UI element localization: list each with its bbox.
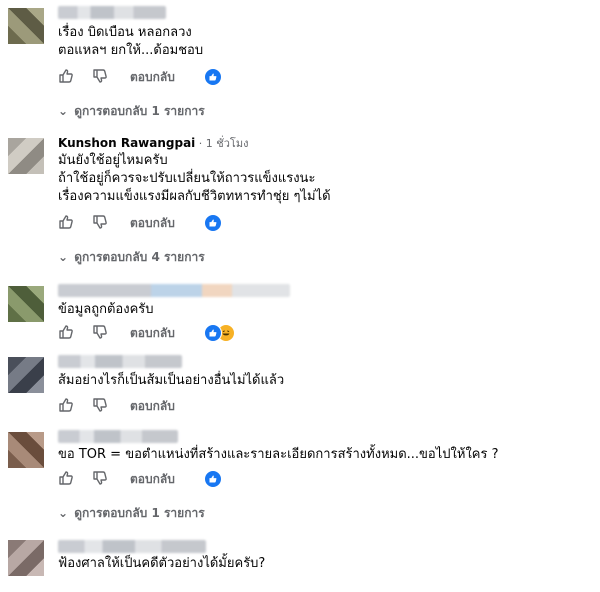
thumbs-down-icon[interactable] bbox=[92, 397, 108, 413]
view-replies-button[interactable]: ⌄ ดูการตอบกลับ 4 รายการ bbox=[58, 248, 205, 267]
reply-button[interactable]: ตอบกลับ bbox=[130, 324, 175, 343]
thumbs-down-icon[interactable] bbox=[92, 214, 108, 230]
author-name-blurred[interactable] bbox=[58, 355, 182, 368]
view-replies-button[interactable]: ⌄ ดูการตอบกลับ 1 รายการ bbox=[58, 504, 205, 523]
chevron-down-icon: ⌄ bbox=[58, 104, 69, 118]
comment-actions: ตอบกลับ bbox=[58, 68, 458, 86]
thumbs-up-icon[interactable] bbox=[58, 324, 74, 340]
view-replies-label: ดูการตอบกลับ 1 รายการ bbox=[74, 506, 205, 520]
comment-actions: ตอบกลับ bbox=[58, 397, 458, 415]
author-name-blurred[interactable] bbox=[58, 6, 166, 19]
thumbs-down-icon[interactable] bbox=[92, 68, 108, 84]
comment-text: ส้มอย่างไรก็เป็นส้มเป็นอย่างอื่นไม่ได้แล… bbox=[58, 372, 284, 390]
comment-text: ฟ้องศาลให้เป็นคดีตัวอย่างได้มั้ยครับ? bbox=[58, 555, 265, 573]
like-reaction-icon bbox=[204, 324, 222, 342]
comment-line: ขอ TOR = ขอตำแหน่งที่สร้างและรายละเอียดก… bbox=[58, 447, 499, 462]
comment-time: · 1 ชั่วโมง bbox=[195, 137, 249, 150]
avatar[interactable] bbox=[8, 8, 44, 44]
reply-button[interactable]: ตอบกลับ bbox=[130, 397, 175, 416]
comment-text: ขอ TOR = ขอตำแหน่งที่สร้างและรายละเอียดก… bbox=[58, 446, 499, 464]
like-reaction-icon bbox=[204, 68, 222, 86]
comment-line: ข้อมูลถูกต้องครับ bbox=[58, 302, 154, 317]
comment-line: เรื่องความแข็งแรงมีผลกับชีวิตทหารทำชุ่ย … bbox=[58, 189, 331, 204]
avatar[interactable] bbox=[8, 432, 44, 468]
author-name-blurred[interactable] bbox=[58, 540, 206, 553]
view-replies-label: ดูการตอบกลับ 4 รายการ bbox=[74, 250, 205, 264]
comment-line: ฟ้องศาลให้เป็นคดีตัวอย่างได้มั้ยครับ? bbox=[58, 556, 266, 571]
comment-actions: ตอบกลับ bbox=[58, 324, 458, 342]
comment-actions: ตอบกลับ bbox=[58, 214, 458, 232]
reply-button[interactable]: ตอบกลับ bbox=[130, 214, 175, 233]
like-reaction-icon bbox=[204, 214, 222, 232]
thumbs-up-icon[interactable] bbox=[58, 397, 74, 413]
comment-text: เรื่อง บิดเบือน หลอกลวง ตอแหลฯ ยกให้...ด… bbox=[58, 24, 203, 60]
avatar[interactable] bbox=[8, 286, 44, 322]
author-name-text[interactable]: Kunshon Rawangpai bbox=[58, 136, 195, 150]
thumbs-down-icon[interactable] bbox=[92, 324, 108, 340]
like-reaction-icon bbox=[204, 470, 222, 488]
author-name-blurred[interactable] bbox=[58, 430, 178, 443]
comment-text: มันยังใช้อยู่ไหมครับ ถ้าใช้อยู่ก็ควรจะปร… bbox=[58, 152, 331, 206]
thumbs-up-icon[interactable] bbox=[58, 214, 74, 230]
chevron-down-icon: ⌄ bbox=[58, 506, 69, 520]
comment-actions: ตอบกลับ bbox=[58, 470, 458, 488]
comment-line: ถ้าใช้อยู่ก็ควรจะปรับเปลี่ยนให้ถาวรแข็งแ… bbox=[58, 171, 316, 186]
avatar[interactable] bbox=[8, 540, 44, 576]
reply-button[interactable]: ตอบกลับ bbox=[130, 68, 175, 87]
comment-line: มันยังใช้อยู่ไหมครับ bbox=[58, 153, 168, 168]
thumbs-down-icon[interactable] bbox=[92, 470, 108, 486]
avatar[interactable] bbox=[8, 138, 44, 174]
thumbs-up-icon[interactable] bbox=[58, 470, 74, 486]
comment-line: ตอแหลฯ ยกให้...ด้อมชอบ bbox=[58, 43, 204, 58]
comment-text: ข้อมูลถูกต้องครับ bbox=[58, 301, 154, 319]
author-name[interactable]: Kunshon Rawangpai · 1 ชั่วโมง bbox=[58, 134, 248, 152]
view-replies-button[interactable]: ⌄ ดูการตอบกลับ 1 รายการ bbox=[58, 102, 205, 121]
comment-line: ส้มอย่างไรก็เป็นส้มเป็นอย่างอื่นไม่ได้แล… bbox=[58, 373, 285, 388]
reply-button[interactable]: ตอบกลับ bbox=[130, 470, 175, 489]
comment-line: เรื่อง บิดเบือน หลอกลวง bbox=[58, 25, 192, 40]
avatar[interactable] bbox=[8, 357, 44, 393]
chevron-down-icon: ⌄ bbox=[58, 250, 69, 264]
view-replies-label: ดูการตอบกลับ 1 รายการ bbox=[74, 104, 205, 118]
thumbs-up-icon[interactable] bbox=[58, 68, 74, 84]
author-name-blurred[interactable] bbox=[58, 284, 290, 297]
